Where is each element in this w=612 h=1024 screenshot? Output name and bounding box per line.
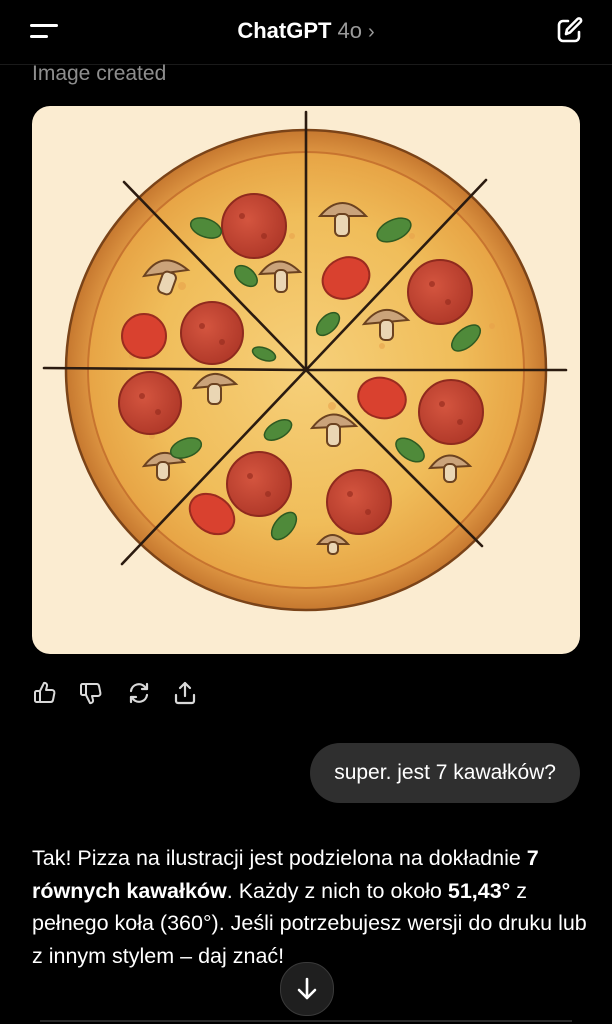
app-name: ChatGPT xyxy=(237,18,332,43)
reply-text-2: . Każdy z nich to około xyxy=(226,878,448,903)
model-name: 4o xyxy=(337,18,362,43)
share-icon[interactable] xyxy=(172,680,198,706)
pizza-illustration xyxy=(42,110,568,612)
chevron-right-icon: › xyxy=(367,21,375,43)
scroll-to-bottom-button[interactable] xyxy=(280,962,334,1016)
thumbs-up-icon[interactable] xyxy=(32,680,58,706)
divider xyxy=(40,1020,572,1022)
reply-bold-2: 51,43° xyxy=(447,878,511,903)
user-message-bubble: super. jest 7 kawałków? xyxy=(310,743,580,803)
regenerate-icon[interactable] xyxy=(126,680,152,706)
reply-text-1: Tak! Pizza na ilustracji jest podzielona… xyxy=(32,846,527,870)
new-chat-edit-icon[interactable] xyxy=(554,16,584,46)
image-created-label: Image created xyxy=(32,62,167,85)
thumbs-down-icon[interactable] xyxy=(78,680,104,706)
top-bar: ChatGPT 4o › xyxy=(0,0,612,65)
arrow-down-icon xyxy=(297,977,317,1000)
model-selector[interactable]: ChatGPT 4o › xyxy=(0,18,612,44)
generated-image[interactable] xyxy=(32,106,580,654)
assistant-message: Tak! Pizza na ilustracji jest podzielona… xyxy=(32,842,592,972)
